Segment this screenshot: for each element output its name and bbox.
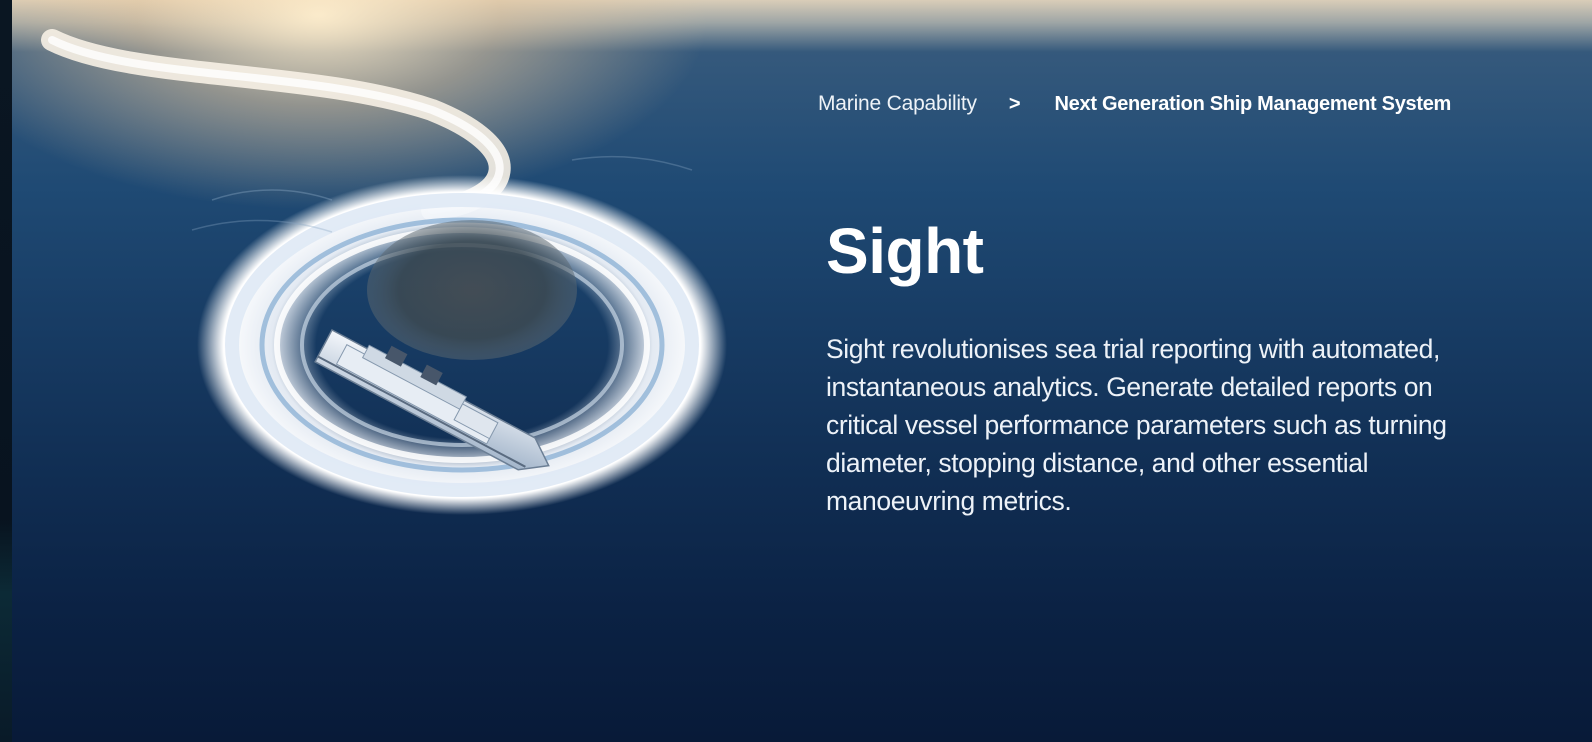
hero-banner: Marine Capability > Next Generation Ship… xyxy=(0,0,1592,742)
breadcrumb: Marine Capability > Next Generation Ship… xyxy=(818,92,1451,116)
breadcrumb-current-page: Next Generation Ship Management System xyxy=(1054,92,1452,115)
page-title: Sight xyxy=(826,215,984,287)
ship-wake-image xyxy=(12,0,727,515)
left-edge-strip xyxy=(0,0,12,742)
chevron-right-icon: > xyxy=(1008,92,1021,115)
breadcrumb-link-marine-capability[interactable]: Marine Capability xyxy=(818,92,977,116)
page-description: Sight revolutionises sea trial reporting… xyxy=(826,334,1447,516)
